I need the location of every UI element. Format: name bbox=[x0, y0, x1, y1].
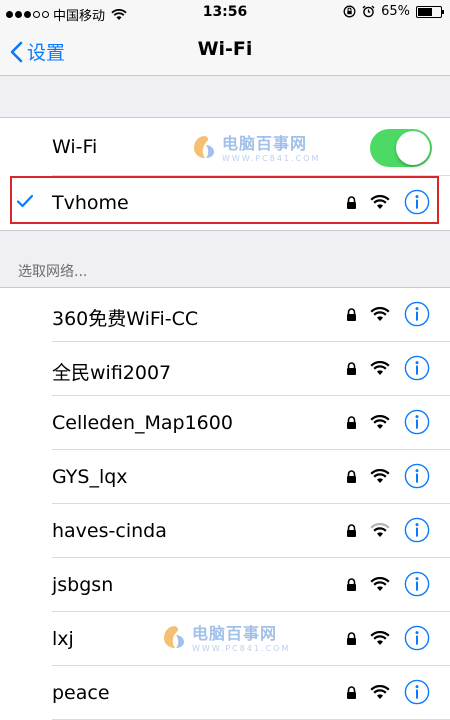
lock-icon bbox=[347, 632, 356, 645]
navigation-bar: 设置 Wi-Fi bbox=[0, 26, 450, 76]
network-name: lxj bbox=[52, 628, 74, 650]
info-button-icon[interactable] bbox=[404, 679, 430, 705]
info-button-icon[interactable] bbox=[404, 189, 430, 215]
network-name: peace bbox=[52, 682, 110, 704]
network-row[interactable]: 全民wifi2007 bbox=[0, 342, 450, 396]
info-button-icon[interactable] bbox=[404, 625, 430, 651]
rotation-lock-icon bbox=[343, 5, 356, 18]
network-list: 360免费WiFi-CC 全民wifi2007 Celleden_Map1600… bbox=[0, 287, 450, 720]
network-name: GYS_lqx bbox=[52, 466, 128, 488]
status-bar: 中国移动 13:56 65% bbox=[0, 0, 450, 26]
toggle-knob bbox=[396, 131, 430, 165]
connected-network-name: Tvhome bbox=[52, 192, 129, 214]
lock-icon bbox=[347, 362, 356, 375]
wifi-toggle-label: Wi-Fi bbox=[52, 136, 98, 158]
info-button-icon[interactable] bbox=[404, 301, 430, 327]
status-right: 65% bbox=[343, 4, 444, 19]
network-row[interactable]: GYS_lqx bbox=[0, 450, 450, 504]
network-name: 360免费WiFi-CC bbox=[52, 308, 199, 330]
wifi-signal-icon bbox=[370, 577, 390, 591]
connected-network-row[interactable]: Tvhome bbox=[0, 176, 450, 230]
wifi-signal-icon bbox=[370, 469, 390, 483]
lock-icon bbox=[347, 470, 356, 483]
network-row[interactable]: peace bbox=[0, 666, 450, 720]
network-row[interactable]: haves-cinda bbox=[0, 504, 450, 558]
lock-icon bbox=[347, 524, 356, 537]
wifi-signal-icon bbox=[370, 361, 390, 375]
lock-icon bbox=[347, 578, 356, 591]
wifi-signal-icon bbox=[370, 307, 390, 321]
page-title: Wi-Fi bbox=[197, 38, 253, 60]
alarm-icon bbox=[362, 5, 375, 18]
network-row[interactable]: jsbgsn bbox=[0, 558, 450, 612]
wifi-signal-icon bbox=[370, 195, 390, 209]
watermark-logo-icon bbox=[194, 135, 214, 158]
info-button-icon[interactable] bbox=[404, 463, 430, 489]
watermark: 电脑百事网 WWW.PC841.COM bbox=[192, 130, 320, 163]
network-row[interactable]: Celleden_Map1600 bbox=[0, 396, 450, 450]
watermark: 电脑百事网 WWW.PC841.COM bbox=[162, 620, 290, 653]
network-name: haves-cinda bbox=[52, 520, 167, 542]
watermark-logo-icon bbox=[164, 625, 184, 648]
info-button-icon[interactable] bbox=[404, 355, 430, 381]
info-button-icon[interactable] bbox=[404, 517, 430, 543]
wifi-signal-icon bbox=[370, 415, 390, 429]
network-name: Celleden_Map1600 bbox=[52, 412, 233, 434]
battery-icon bbox=[416, 5, 444, 18]
battery-percent: 65% bbox=[381, 4, 410, 19]
info-button-icon[interactable] bbox=[404, 571, 430, 597]
wifi-signal-icon bbox=[370, 631, 390, 645]
lock-icon bbox=[347, 686, 356, 699]
checkmark-icon bbox=[16, 194, 34, 208]
network-row[interactable]: 360免费WiFi-CC bbox=[0, 288, 450, 342]
wifi-signal-icon bbox=[370, 523, 390, 537]
network-name: 全民wifi2007 bbox=[52, 362, 172, 384]
wifi-toggle-switch[interactable] bbox=[370, 129, 432, 167]
section-header: 选取网络... bbox=[18, 264, 88, 280]
lock-icon bbox=[347, 196, 356, 209]
wifi-signal-icon bbox=[370, 685, 390, 699]
info-button-icon[interactable] bbox=[404, 409, 430, 435]
network-name: jsbgsn bbox=[52, 574, 114, 596]
lock-icon bbox=[347, 416, 356, 429]
lock-icon bbox=[347, 308, 356, 321]
